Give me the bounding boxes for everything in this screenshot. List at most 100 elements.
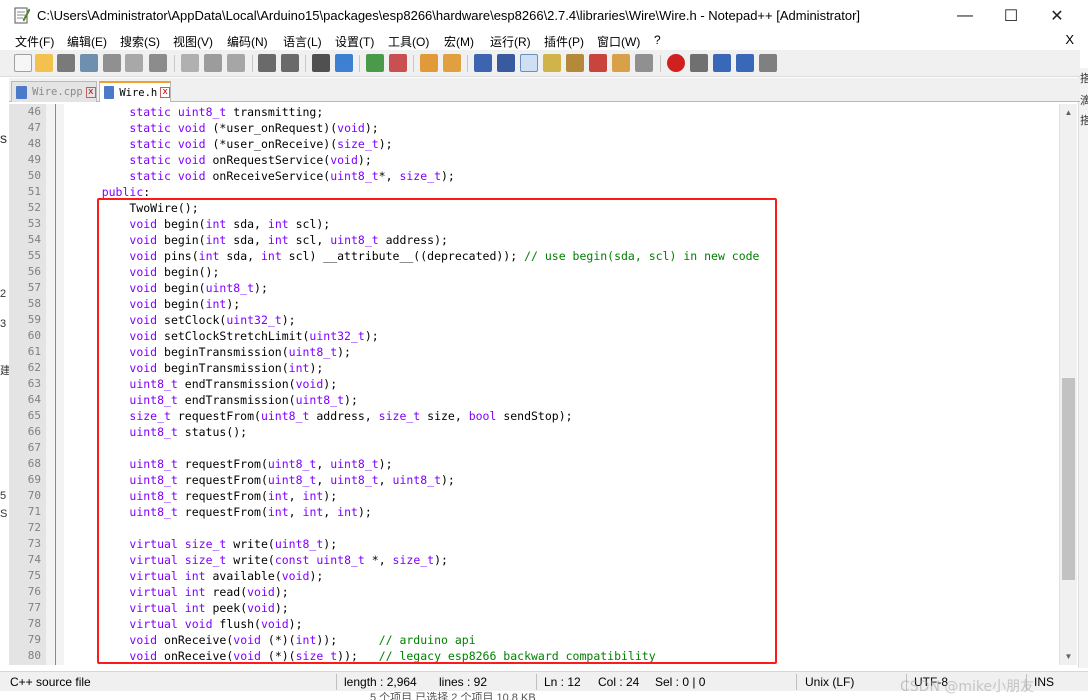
- code-line[interactable]: 77 virtual int peek(void);: [9, 600, 1059, 616]
- close-tab-icon[interactable]: x: [160, 87, 170, 98]
- menu-search[interactable]: 搜索(S): [120, 33, 160, 50]
- menu-help[interactable]: ?: [654, 33, 661, 47]
- code-line[interactable]: 60 void setClockStretchLimit(uint32_t);: [9, 328, 1059, 344]
- code-line[interactable]: 66 uint8_t status();: [9, 424, 1059, 440]
- user-language-icon[interactable]: [543, 54, 561, 72]
- zoom-out-icon[interactable]: [389, 54, 407, 72]
- code-line[interactable]: 72: [9, 520, 1059, 536]
- code-line[interactable]: 64 uint8_t endTransmission(uint8_t);: [9, 392, 1059, 408]
- function-list-icon[interactable]: [589, 54, 607, 72]
- code-token: available(: [205, 569, 282, 583]
- word-wrap-icon[interactable]: [474, 54, 492, 72]
- open-file-icon[interactable]: [35, 54, 53, 72]
- code-line[interactable]: 73 virtual size_t write(uint8_t);: [9, 536, 1059, 552]
- menu-encoding[interactable]: 编码(N): [227, 33, 268, 50]
- menu-plugins[interactable]: 插件(P): [544, 33, 584, 50]
- code-line[interactable]: 47 static void (*user_onRequest)(void);: [9, 120, 1059, 136]
- folder-as-workspace-icon[interactable]: [612, 54, 630, 72]
- menu-language[interactable]: 语言(L): [283, 33, 322, 50]
- code-line[interactable]: 49 static void onRequestService(void);: [9, 152, 1059, 168]
- code-line[interactable]: 67: [9, 440, 1059, 456]
- status-insert-mode[interactable]: INS: [1034, 675, 1054, 689]
- code-line[interactable]: 62 void beginTransmission(int);: [9, 360, 1059, 376]
- code-line[interactable]: 69 uint8_t requestFrom(uint8_t, uint8_t,…: [9, 472, 1059, 488]
- zoom-in-icon[interactable]: [366, 54, 384, 72]
- code-line[interactable]: 53 void begin(int sda, int scl);: [9, 216, 1059, 232]
- indent-guide-icon[interactable]: [520, 54, 538, 72]
- new-file-icon[interactable]: [14, 54, 32, 72]
- menu-tools[interactable]: 工具(O): [388, 33, 429, 50]
- status-column: Col : 24: [598, 675, 640, 689]
- code-line[interactable]: 63 uint8_t endTransmission(void);: [9, 376, 1059, 392]
- code-line[interactable]: 58 void begin(int);: [9, 296, 1059, 312]
- close-all-icon[interactable]: [125, 54, 143, 72]
- scroll-up-icon[interactable]: ▲: [1060, 104, 1077, 121]
- code-line[interactable]: 56 void begin();: [9, 264, 1059, 280]
- menu-run[interactable]: 运行(R): [490, 33, 531, 50]
- tab-wire-cpp[interactable]: Wire.cpp x: [11, 81, 97, 102]
- monitoring-icon[interactable]: [635, 54, 653, 72]
- menu-edit[interactable]: 编辑(E): [67, 33, 107, 50]
- menu-macro[interactable]: 宏(M): [444, 33, 474, 50]
- menu-window[interactable]: 窗口(W): [597, 33, 640, 50]
- code-line[interactable]: 79 void onReceive(void (*)(int)); // ard…: [9, 632, 1059, 648]
- code-editor[interactable]: 46 static uint8_t transmitting; 47 static…: [9, 104, 1059, 665]
- code-line[interactable]: 70 uint8_t requestFrom(int, int);: [9, 488, 1059, 504]
- code-line[interactable]: 80 void onReceive(void (*)(size_t)); // …: [9, 648, 1059, 664]
- status-eol[interactable]: Unix (LF): [805, 675, 854, 689]
- code-line[interactable]: 51 public:: [9, 184, 1059, 200]
- replace-icon[interactable]: [335, 54, 353, 72]
- find-icon[interactable]: [312, 54, 330, 72]
- code-line[interactable]: 57 void begin(uint8_t);: [9, 280, 1059, 296]
- code-line[interactable]: 68 uint8_t requestFrom(uint8_t, uint8_t)…: [9, 456, 1059, 472]
- code-line[interactable]: 59 void setClock(uint32_t);: [9, 312, 1059, 328]
- show-all-chars-icon[interactable]: [497, 54, 515, 72]
- save-all-icon[interactable]: [80, 54, 98, 72]
- code-line[interactable]: 75 virtual int available(void);: [9, 568, 1059, 584]
- paste-icon[interactable]: [227, 54, 245, 72]
- menu-file[interactable]: 文件(F): [15, 33, 54, 50]
- code-line[interactable]: 61 void beginTransmission(uint8_t);: [9, 344, 1059, 360]
- code-line[interactable]: 65 size_t requestFrom(uint8_t address, s…: [9, 408, 1059, 424]
- code-line[interactable]: 76 virtual int read(void);: [9, 584, 1059, 600]
- code-line[interactable]: 54 void begin(int sda, int scl, uint8_t …: [9, 232, 1059, 248]
- sync-vertical-icon[interactable]: [420, 54, 438, 72]
- save-icon[interactable]: [57, 54, 75, 72]
- code-line[interactable]: 74 virtual size_t write(const uint8_t *,…: [9, 552, 1059, 568]
- print-icon[interactable]: [149, 54, 167, 72]
- document-map-icon[interactable]: [566, 54, 584, 72]
- code-token: (*user_onRequest)(: [205, 121, 338, 135]
- scrollbar-thumb[interactable]: [1062, 378, 1075, 580]
- close-document-button[interactable]: X: [1065, 32, 1074, 47]
- run-macro-multiple-icon[interactable]: [736, 54, 754, 72]
- redo-icon[interactable]: [281, 54, 299, 72]
- scroll-down-icon[interactable]: ▼: [1060, 648, 1077, 665]
- close-window-button[interactable]: ✕: [1034, 0, 1080, 31]
- code-line[interactable]: 46 static uint8_t transmitting;: [9, 104, 1059, 120]
- code-line[interactable]: 55 void pins(int sda, int scl) __attribu…: [9, 248, 1059, 264]
- code-line[interactable]: 50 static void onReceiveService(uint8_t*…: [9, 168, 1059, 184]
- vertical-scrollbar[interactable]: ▲ ▼: [1059, 104, 1077, 665]
- sync-horizontal-icon[interactable]: [443, 54, 461, 72]
- menu-view[interactable]: 视图(V): [173, 33, 213, 50]
- code-token: onRequestService(: [205, 153, 331, 167]
- tab-wire-h[interactable]: Wire.h x: [99, 81, 171, 102]
- playback-macro-icon[interactable]: [713, 54, 731, 72]
- menu-settings[interactable]: 设置(T): [335, 33, 374, 50]
- code-line[interactable]: 52 TwoWire();: [9, 200, 1059, 216]
- code-line[interactable]: 71 uint8_t requestFrom(int, int, int);: [9, 504, 1059, 520]
- record-macro-icon[interactable]: [667, 54, 685, 72]
- copy-icon[interactable]: [204, 54, 222, 72]
- close-file-icon[interactable]: [103, 54, 121, 72]
- minimize-button[interactable]: —: [942, 0, 988, 31]
- cut-icon[interactable]: [181, 54, 199, 72]
- maximize-button[interactable]: ☐: [988, 0, 1034, 31]
- code-token: void: [281, 569, 310, 583]
- save-macro-icon[interactable]: [759, 54, 777, 72]
- code-line[interactable]: 48 static void (*user_onReceive)(size_t)…: [9, 136, 1059, 152]
- code-line[interactable]: 78 virtual void flush(void);: [9, 616, 1059, 632]
- undo-icon[interactable]: [258, 54, 276, 72]
- stop-recording-icon[interactable]: [690, 54, 708, 72]
- close-tab-icon[interactable]: x: [85, 86, 96, 98]
